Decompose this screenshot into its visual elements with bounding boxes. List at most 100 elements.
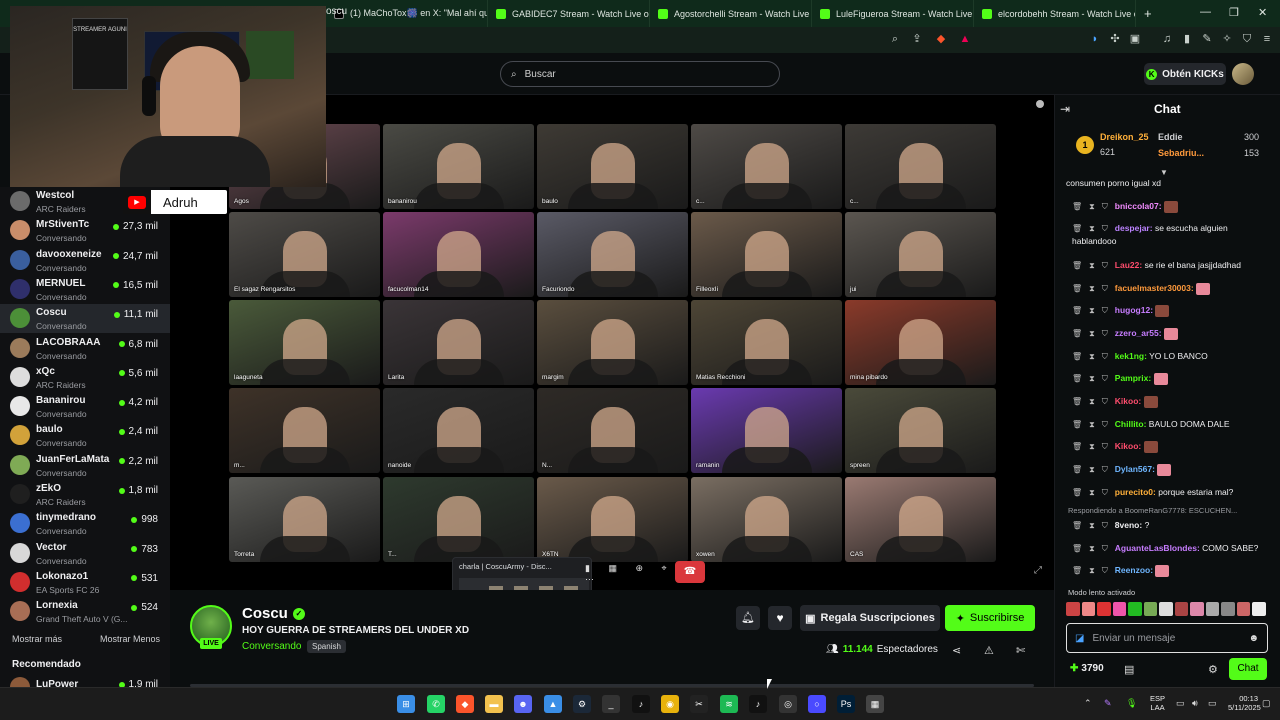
sidebar-item-bananirou[interactable]: Bananirou Conversando 4,2 mil: [0, 392, 170, 421]
send-chat-button[interactable]: Chat: [1229, 658, 1267, 680]
user-avatar[interactable]: [1232, 63, 1254, 85]
participant-tile[interactable]: m...: [229, 388, 380, 473]
zoom-icon[interactable]: ⌕: [888, 32, 902, 46]
chat-message[interactable]: 🗑︎ ⧗ ⛉ Reenzoo:: [1072, 564, 1272, 577]
chat-username[interactable]: Reenzoo:: [1115, 565, 1153, 575]
ban-icon[interactable]: ⛉: [1102, 442, 1108, 451]
search-input[interactable]: Buscar: [525, 69, 556, 80]
brave-rewards-icon[interactable]: ▲: [958, 32, 972, 46]
timeout-icon[interactable]: ⧗: [1089, 374, 1095, 383]
delete-icon[interactable]: 🗑︎: [1072, 202, 1082, 211]
participant-tile[interactable]: Larita: [383, 300, 534, 385]
chat-message[interactable]: 🗑︎ ⧗ ⛉ despejar: se escucha alguien habland…: [1072, 222, 1272, 247]
sidebar-item-lokonazo1[interactable]: Lokonazo1 EA Sports FC 26 531: [0, 568, 170, 597]
calculator-icon[interactable]: ▦: [866, 695, 884, 713]
browser-tab[interactable]: (1) MaChoTox🎆 en X: "Mal ahí que×: [326, 0, 488, 27]
chat-message[interactable]: 🗑︎ ⧗ ⛉ Chillito: BAULO DOMA DALE: [1072, 418, 1272, 431]
kicks-balance[interactable]: ✚ 3790: [1070, 663, 1104, 674]
sidebar-item-baulo[interactable]: baulo Conversando 2,4 mil: [0, 421, 170, 450]
capcut-icon[interactable]: ✂: [690, 695, 708, 713]
participant-tile[interactable]: ramanin: [691, 388, 842, 473]
chat-message[interactable]: 🗑︎ ⧗ ⛉ kek1ng: YO LO BANCO: [1072, 350, 1272, 363]
discord-icon[interactable]: ☻: [514, 695, 532, 713]
timeout-icon[interactable]: ⧗: [1089, 420, 1095, 429]
timeout-icon[interactable]: ⧗: [1089, 306, 1095, 315]
delete-icon[interactable]: 🗑︎: [1072, 261, 1082, 270]
clip-icon[interactable]: ✄: [1016, 644, 1025, 657]
sidebar-item-vector[interactable]: Vector Conversando 783: [0, 539, 170, 568]
emote-icon[interactable]: [1143, 602, 1158, 616]
battery-icon[interactable]: ▭: [1208, 698, 1217, 709]
spotify-icon[interactable]: ≋: [720, 695, 738, 713]
timeout-icon[interactable]: ⧗: [1089, 261, 1095, 270]
address-input[interactable]: oscu: [326, 6, 347, 17]
chat-username[interactable]: Lau22:: [1115, 260, 1142, 270]
participant-tile[interactable]: facucolman14: [383, 212, 534, 297]
chat-username[interactable]: hugog12:: [1115, 305, 1153, 315]
brave-icon[interactable]: ◆: [456, 695, 474, 713]
participant-tile[interactable]: mina pibardo: [845, 300, 996, 385]
sidebar-item-tinymedrano[interactable]: tinymedrano Conversando 998: [0, 509, 170, 538]
emote-icon[interactable]: [1097, 602, 1111, 616]
pin-icon[interactable]: ▼: [1160, 168, 1168, 177]
chat-message[interactable]: 🗑︎ ⧗ ⛉ purecito0: porque estaria mal?: [1072, 486, 1272, 499]
timeout-icon[interactable]: ⧗: [1089, 566, 1095, 575]
clock[interactable]: 00:13 5/11/2025: [1228, 694, 1261, 712]
participant-tile[interactable]: jui: [845, 212, 996, 297]
chat-username[interactable]: despejar:: [1115, 223, 1153, 233]
participant-tile[interactable]: X6TN: [537, 477, 688, 562]
emote-icon[interactable]: [1252, 602, 1266, 616]
store-icon[interactable]: ▤: [1124, 663, 1134, 676]
share-icon[interactable]: ⋖: [952, 644, 961, 657]
sidebar-item-juanferlamata[interactable]: JuanFerLaMata Conversando 2,2 mil: [0, 451, 170, 480]
chat-message[interactable]: 🗑︎ ⧗ ⛉ Pamprix:: [1072, 372, 1272, 385]
stream-category-link[interactable]: Conversando: [242, 641, 301, 652]
ban-icon[interactable]: ⛉: [1102, 261, 1108, 270]
chat-username[interactable]: Chillito:: [1115, 419, 1147, 429]
ban-icon[interactable]: ⛉: [1102, 420, 1108, 429]
wallet-icon[interactable]: ◗: [1088, 32, 1102, 46]
menu-icon[interactable]: ≡: [1260, 32, 1274, 46]
participant-tile[interactable]: FilleoxIi: [691, 212, 842, 297]
participant-tile[interactable]: laaguneta: [229, 300, 380, 385]
chat-input-box[interactable]: ◪ ☻: [1066, 623, 1268, 653]
report-icon[interactable]: ⚠: [984, 644, 994, 657]
browser-tab[interactable]: Agostorchelli Stream - Watch Live o×: [650, 0, 812, 27]
close-window-button[interactable]: ✕: [1258, 6, 1267, 19]
participant-tile[interactable]: N...: [537, 388, 688, 473]
tiktok-icon[interactable]: ♪: [632, 695, 650, 713]
emote-icon[interactable]: [1221, 602, 1235, 616]
volume-icon[interactable]: 🔊︎: [1192, 698, 1198, 709]
screenshot-icon[interactable]: ▣: [1128, 32, 1142, 46]
keyboard-language[interactable]: ESP LAA: [1150, 694, 1165, 712]
maximize-button[interactable]: ❐: [1229, 6, 1239, 19]
get-kicks-button[interactable]: K Obtén KICKs: [1144, 63, 1226, 85]
browser-tab[interactable]: GABIDEC7 Stream - Watch Live on K×: [488, 0, 650, 27]
timeout-icon[interactable]: ⧗: [1089, 329, 1095, 338]
emote-icon[interactable]: [1066, 602, 1080, 616]
sidebar-item-davooxeneize[interactable]: davooxeneize Conversando 24,7 mil: [0, 246, 170, 275]
participant-tile[interactable]: El sagaz Rengarsitos: [229, 212, 380, 297]
timeout-icon[interactable]: ⧗: [1089, 544, 1095, 553]
ban-icon[interactable]: ⛉: [1102, 284, 1108, 293]
delete-icon[interactable]: 🗑︎: [1072, 521, 1082, 530]
timeout-icon[interactable]: ⧗: [1089, 202, 1095, 211]
ban-icon[interactable]: ⛉: [1102, 329, 1108, 338]
chat-username[interactable]: Kikoo:: [1115, 396, 1141, 406]
timeout-icon[interactable]: ⧗: [1089, 521, 1095, 530]
steam-icon[interactable]: ⚙: [573, 695, 591, 713]
chat-username[interactable]: zzero_ar55:: [1115, 328, 1162, 338]
ban-icon[interactable]: ⛉: [1102, 224, 1108, 233]
fullscreen-icon[interactable]: ⤢: [1034, 565, 1042, 576]
ban-icon[interactable]: ⛉: [1102, 397, 1108, 406]
timeout-icon[interactable]: ⧗: [1089, 465, 1095, 474]
gear-icon[interactable]: ⚙: [1208, 663, 1218, 676]
emote-icon[interactable]: [1236, 602, 1251, 616]
ban-icon[interactable]: ⛉: [1102, 374, 1108, 383]
ban-icon[interactable]: ⛉: [1102, 521, 1108, 530]
chat-username[interactable]: 8veno:: [1115, 520, 1142, 530]
gift-leaderboard[interactable]: 1 Dreikon_25 621 Eddie 300 Sebadriu... 1…: [1066, 126, 1266, 168]
cortana-icon[interactable]: ○: [808, 695, 826, 713]
delete-icon[interactable]: 🗑︎: [1072, 306, 1082, 315]
gift-subs-button[interactable]: ▣ Regala Suscripciones: [800, 605, 940, 631]
